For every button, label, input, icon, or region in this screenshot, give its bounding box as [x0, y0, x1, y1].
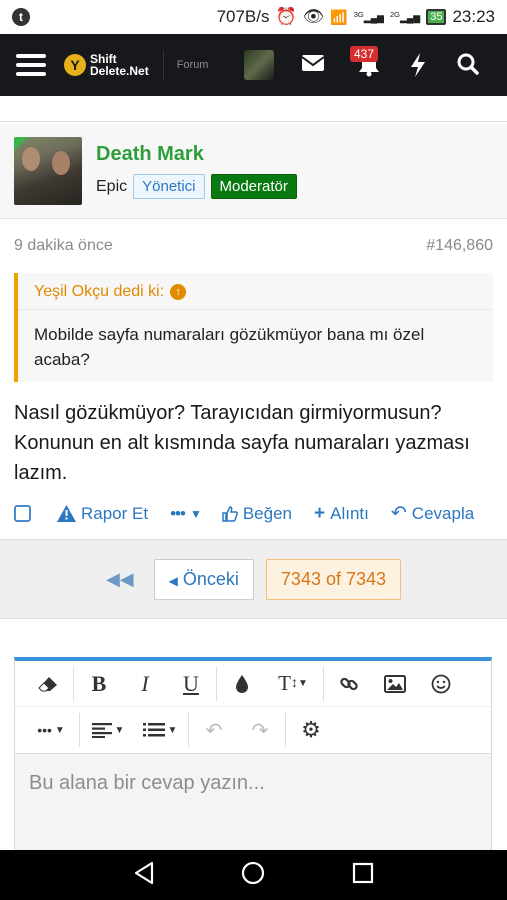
caret-down-icon: ▼: [189, 506, 202, 521]
author-avatar[interactable]: [14, 137, 82, 205]
previous-page-button[interactable]: ◀ Önceki: [153, 558, 254, 600]
eye-icon: 👁: [302, 7, 325, 26]
reply-button[interactable]: ↶ Cevapla: [391, 502, 474, 525]
plus-icon: +: [314, 502, 326, 524]
author-rank: Epic: [96, 177, 128, 195]
lightning-icon[interactable]: [409, 53, 427, 82]
home-icon[interactable]: [241, 861, 265, 890]
previous-post-strip: [0, 96, 507, 122]
go-to-quote-icon[interactable]: ↑: [170, 284, 187, 300]
underline-icon[interactable]: U: [168, 661, 214, 707]
battery-icon: 35: [426, 9, 447, 25]
role-badge-moderator: Moderatör: [210, 174, 297, 199]
post-actions: Rapor Et ••• ▼ Beğen + Alıntı ↶ Cevapla: [0, 502, 507, 525]
notification-count-badge: 437: [350, 46, 379, 62]
user-avatar[interactable]: [244, 50, 275, 80]
bold-icon[interactable]: B: [76, 661, 122, 707]
search-icon[interactable]: [457, 53, 479, 80]
font-size-icon[interactable]: T ↕ ▼: [265, 661, 321, 707]
like-button[interactable]: Beğen: [222, 504, 292, 524]
forum-link[interactable]: Forum: [177, 59, 209, 71]
list-icon[interactable]: ▼: [134, 707, 186, 753]
text-color-drop-icon[interactable]: [219, 661, 265, 707]
reply-editor: B I U T ↕ ▼ ••• ▼ ▼ ▼ ↶ ↷ ⚙ Bu alana bir…: [14, 657, 492, 857]
recent-apps-icon[interactable]: [352, 862, 374, 889]
reply-arrow-icon: ↶: [390, 503, 407, 524]
network-speed: 707B/s: [216, 7, 270, 26]
report-button[interactable]: Rapor Et: [57, 504, 148, 524]
role-badge-admin: Yönetici: [133, 174, 205, 199]
redo-icon[interactable]: ↷: [237, 707, 283, 753]
align-icon[interactable]: ▼: [82, 707, 134, 753]
quote-author[interactable]: Yeşil Okçu dedi ki:: [34, 283, 164, 301]
back-icon[interactable]: [133, 861, 155, 890]
post-number-link[interactable]: #146,860: [426, 237, 493, 255]
link-icon[interactable]: [326, 661, 372, 707]
more-options-icon[interactable]: ••• ▼: [25, 707, 77, 753]
caret-left-icon: ◀: [168, 573, 178, 588]
undo-icon[interactable]: ↶: [191, 707, 237, 753]
notifications-bell-icon[interactable]: 437: [350, 46, 380, 82]
image-icon[interactable]: [372, 661, 418, 707]
editor-toolbar-row-1: B I U T ↕ ▼: [15, 661, 491, 707]
reply-input[interactable]: Bu alana bir cevap yazın...: [15, 753, 491, 853]
author-username[interactable]: Death Mark: [96, 143, 297, 166]
warning-icon: [57, 505, 76, 522]
site-logo[interactable]: Y Shift Delete.Net: [64, 53, 149, 77]
current-page-indicator[interactable]: 7343 of 7343: [265, 558, 402, 600]
tumblr-notification-icon: t: [12, 8, 30, 26]
italic-icon[interactable]: I: [122, 661, 168, 707]
post-author-header: Death Mark Epic Yönetici Moderatör: [0, 124, 507, 219]
pagination: ◀◀ ◀ Önceki 7343 of 7343: [0, 539, 507, 619]
quote-button[interactable]: + Alıntı: [314, 503, 369, 525]
clock: 23:23: [452, 7, 495, 26]
top-navbar: Y Shift Delete.Net Forum 437: [0, 34, 507, 96]
settings-gear-icon[interactable]: ⚙: [288, 707, 334, 753]
select-post-checkbox[interactable]: [14, 505, 31, 522]
menu-icon[interactable]: [16, 54, 46, 76]
android-navigation-bar: [0, 850, 507, 900]
signal-icon: 2G▂▄▆: [389, 10, 421, 23]
signal-icon: 3G▂▄▆: [353, 10, 384, 23]
logo-mark: Y: [64, 54, 86, 76]
smiley-icon[interactable]: [418, 661, 464, 707]
status-bar: t 707B/s ⏰ 👁 📶 3G▂▄▆ 2G▂▄▆ 35 23:23: [0, 0, 507, 34]
thumbs-up-icon: [222, 505, 238, 522]
more-actions-button[interactable]: ••• ▼: [170, 504, 202, 524]
post-body-text: Nasıl gözükmüyor? Tarayıcıdan girmiyormu…: [14, 402, 470, 484]
eraser-icon[interactable]: [25, 661, 71, 707]
editor-toolbar-row-2: ••• ▼ ▼ ▼ ↶ ↷ ⚙: [15, 707, 491, 753]
alarm-icon: ⏰: [275, 7, 297, 26]
post-time[interactable]: 9 dakika önce: [14, 237, 113, 255]
wifi-icon: 📶: [330, 8, 348, 25]
quote-text: Mobilde sayfa numaraları gözükmüyor bana…: [34, 325, 425, 369]
quote-block: Yeşil Okçu dedi ki: ↑ Mobilde sayfa numa…: [14, 273, 493, 382]
first-page-icon[interactable]: ◀◀: [106, 569, 134, 590]
mail-icon[interactable]: [301, 53, 325, 78]
logo-text-line2: Delete.Net: [90, 64, 149, 78]
